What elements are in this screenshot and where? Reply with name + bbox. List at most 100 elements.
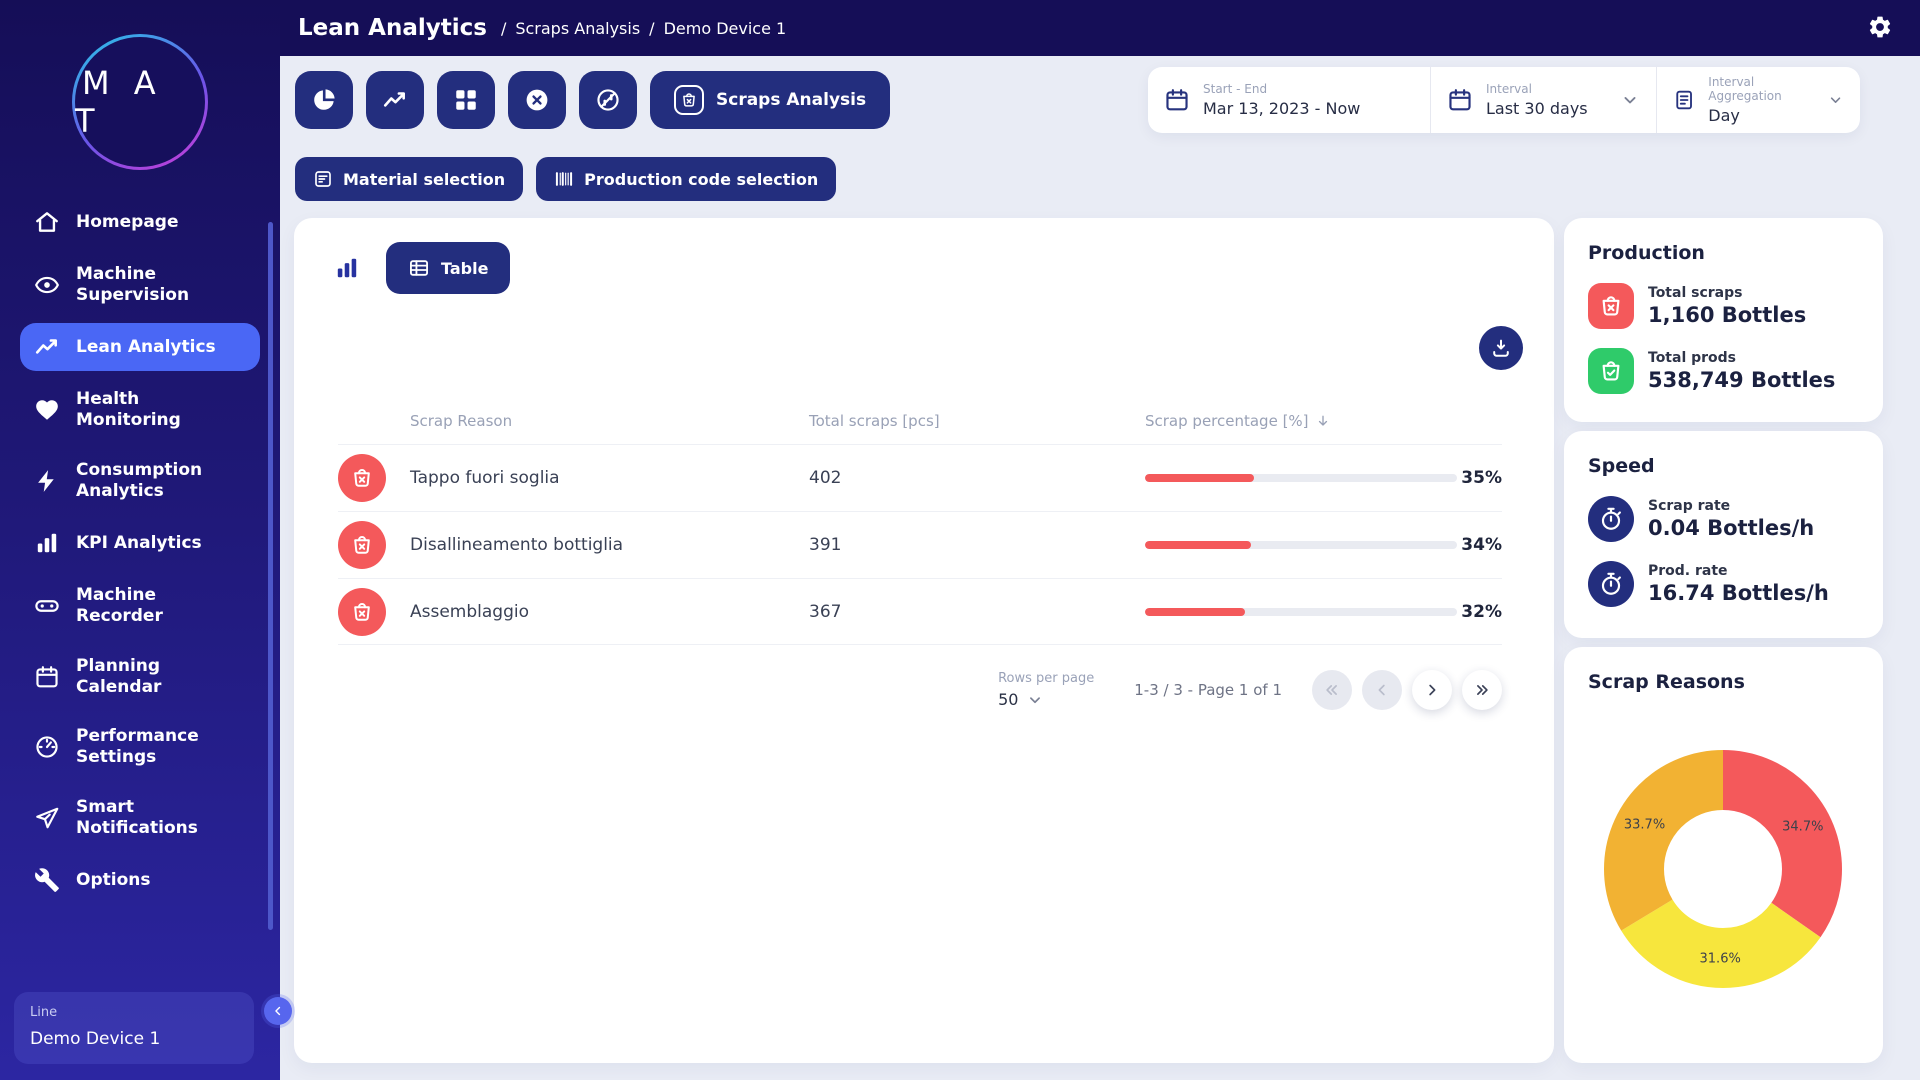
sidebar-item-label: KPI Analytics [76,533,202,554]
view-button-pie-chart[interactable] [295,71,353,129]
scraps-analysis-label: Scraps Analysis [716,90,866,110]
last-page-button[interactable] [1462,670,1502,710]
prod-rate-stat: Prod. rate 16.74 Bottles/h [1588,561,1859,607]
wrench-icon [34,867,60,893]
scrap-icon [338,588,386,636]
speed-title: Speed [1588,455,1859,477]
stat-value: 538,749 Bottles [1648,368,1835,392]
speed-panel: Speed Scrap rate 0.04 Bottles/h Prod. ra… [1564,431,1883,638]
next-page-button[interactable] [1412,670,1452,710]
page-title: Lean Analytics [298,15,487,41]
sidebar-item-smart-notifications[interactable]: Smart Notifications [20,786,260,849]
document-icon [1673,87,1695,113]
x-circle-icon [524,87,550,113]
sidebar-item-health-monitoring[interactable]: Health Monitoring [20,378,260,441]
stat-value: 0.04 Bottles/h [1648,516,1814,540]
device-line-label: Line [30,1005,238,1020]
first-page-button[interactable] [1312,670,1352,710]
scrap-reasons-donut: 34.7% 31.6% 33.7% [1593,739,1853,999]
view-button-oee[interactable] [579,71,637,129]
main-card: Table Scrap Reason Total scraps [pcs] Sc… [294,218,1554,1063]
aggregation-value: Day [1708,106,1814,125]
view-button-line-chart[interactable] [366,71,424,129]
date-controls: Start - End Mar 13, 2023 - Now Interval … [1148,67,1860,133]
column-header-scrap-percentage[interactable]: Scrap percentage [%] [1145,412,1457,430]
eye-icon [34,272,60,298]
total-prods-stat: Total prods 538,749 Bottles [1588,348,1859,394]
total-scraps-stat: Total scraps 1,160 Bottles [1588,283,1859,329]
download-button[interactable] [1479,326,1523,370]
production-title: Production [1588,242,1859,264]
stat-value: 1,160 Bottles [1648,303,1806,327]
breadcrumb-item[interactable]: Scraps Analysis [515,19,640,38]
sidebar-item-kpi-analytics[interactable]: KPI Analytics [20,519,260,567]
stat-label: Scrap rate [1648,498,1814,514]
sidebar-item-machine-recorder[interactable]: Machine Recorder [20,574,260,637]
first-page-icon [1323,681,1341,699]
scrap-reasons-panel: Scrap Reasons 34.7% 31.6% 33.7% [1564,647,1883,1063]
table-row: Tappo fuori soglia 402 35% [338,444,1502,511]
send-icon [34,805,60,831]
kpi-icon [34,530,60,556]
sidebar-scrollbar[interactable] [268,222,273,930]
sidebar-item-consumption-analytics[interactable]: Consumption Analytics [20,449,260,512]
logo-text: M A T [75,64,205,140]
date-range-picker[interactable]: Start - End Mar 13, 2023 - Now [1148,67,1430,133]
donut-percent-label: 33.7% [1624,817,1665,832]
scrap-percentage: 32% [1457,602,1502,622]
device-card[interactable]: Line Demo Device 1 [14,992,254,1064]
sidebar-item-performance-settings[interactable]: Performance Settings [20,715,260,778]
sidebar-item-label: Options [76,870,150,891]
prev-page-button[interactable] [1362,670,1402,710]
production-code-selection-button[interactable]: Production code selection [536,157,836,201]
interval-label: Interval [1486,82,1588,96]
sidebar-collapse-button[interactable] [264,997,292,1025]
scrap-percentage: 35% [1457,468,1502,488]
chevron-down-icon [1827,90,1844,110]
interval-value: Last 30 days [1486,99,1588,118]
column-header-scrap-reason[interactable]: Scrap Reason [410,412,809,430]
stat-label: Total prods [1648,350,1835,366]
interval-select[interactable]: Interval Last 30 days [1430,67,1656,133]
column-header-total-scraps[interactable]: Total scraps [pcs] [809,412,1145,430]
sidebar-item-homepage[interactable]: Homepage [20,198,260,246]
table-icon [408,257,430,279]
breadcrumb-item[interactable]: Demo Device 1 [664,19,787,38]
stat-label: Prod. rate [1648,563,1829,579]
donut-percent-label: 34.7% [1782,820,1823,835]
chart-view-button[interactable] [334,255,360,281]
sidebar-item-label: Lean Analytics [76,337,216,358]
sidebar-item-lean-analytics[interactable]: Lean Analytics [20,323,260,371]
stat-value: 16.74 Bottles/h [1648,581,1829,605]
material-selection-icon [313,169,333,189]
stopwatch-icon [1588,496,1634,542]
view-button-grid[interactable] [437,71,495,129]
donut-percent-label: 31.6% [1700,951,1741,966]
table-row: Disallineamento bottiglia 391 34% [338,511,1502,578]
sidebar-item-label: Health Monitoring [76,389,246,430]
material-selection-button[interactable]: Material selection [295,157,523,201]
scrap-reason: Disallineamento bottiglia [410,535,809,555]
production-code-selection-label: Production code selection [584,170,818,189]
sidebar-item-planning-calendar[interactable]: Planning Calendar [20,645,260,708]
table-view-button[interactable]: Table [386,242,510,294]
scrap-reasons-title: Scrap Reasons [1588,671,1859,693]
sidebar-item-machine-supervision[interactable]: Machine Supervision [20,253,260,316]
breadcrumb: / Scraps Analysis / Demo Device 1 [501,19,786,38]
aggregation-select[interactable]: Interval Aggregation Day [1656,67,1860,133]
settings-button[interactable] [1866,14,1894,42]
sidebar-item-options[interactable]: Options [20,856,260,904]
aggregation-label: Interval Aggregation [1708,75,1814,103]
rows-per-page-select[interactable]: Rows per page 50 [998,671,1094,709]
chevron-left-icon [271,1004,285,1018]
trend-icon [34,334,60,360]
view-button-x-circle[interactable] [508,71,566,129]
calendar-icon [1447,87,1473,113]
breadcrumb-separator: / [649,19,654,38]
bolt-icon [34,468,60,494]
view-buttons [295,71,637,129]
scraps-analysis-view-button[interactable]: Scraps Analysis [650,71,890,129]
sidebar-item-label: Machine Recorder [76,585,246,626]
barcode-icon [554,169,574,189]
calendar-icon [1164,87,1190,113]
